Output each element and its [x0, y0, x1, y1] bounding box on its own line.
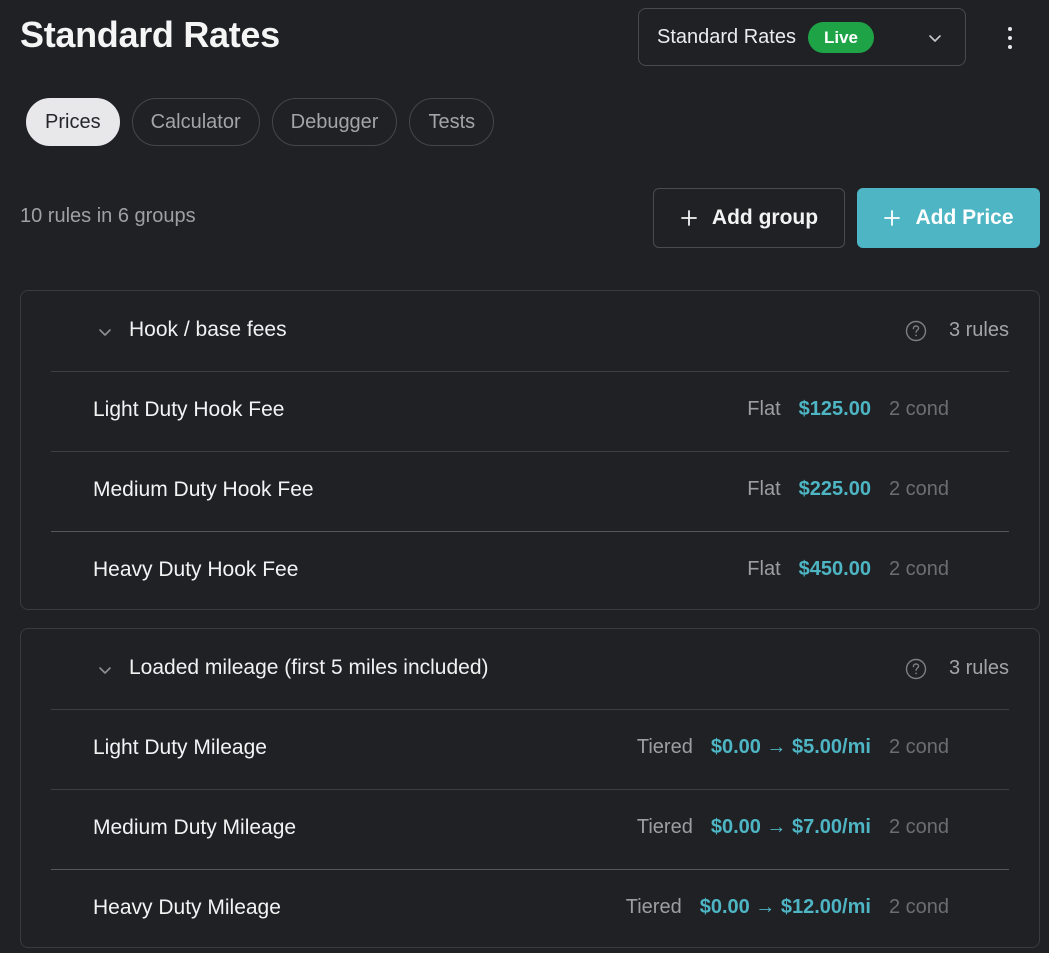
rule-name: Heavy Duty Mileage [93, 896, 281, 919]
group-title: Hook / base fees [129, 318, 287, 341]
rule-type: Flat [747, 558, 781, 580]
rule-price: $125.00 [798, 398, 871, 420]
rule-row[interactable]: Medium Duty Mileage Tiered $0.00 → $7.00… [51, 790, 1009, 870]
rule-conditions: 2 cond [888, 896, 949, 918]
add-group-button[interactable]: Add group [653, 188, 845, 248]
pricing-page: Standard Rates Standard Rates Live Price… [0, 0, 1049, 953]
rule-type: Tiered [625, 896, 682, 918]
version-select[interactable]: Standard Rates Live [638, 8, 966, 66]
chevron-down-icon[interactable] [97, 324, 113, 340]
group-rule-count: 3 rules [948, 319, 1009, 341]
rule-conditions: 2 cond [888, 478, 949, 500]
rule-price: $0.00 → $5.00/mi [710, 736, 871, 758]
rules-summary: 10 rules in 6 groups [20, 205, 196, 227]
rule-conditions: 2 cond [888, 736, 949, 758]
rule-group: Hook / base fees 3 rules Light Duty Hook… [20, 290, 1040, 610]
rule-price: $450.00 [798, 558, 871, 580]
group-header[interactable]: Loaded mileage (first 5 miles included) … [51, 629, 1009, 710]
tab-calculator[interactable]: Calculator [131, 98, 260, 146]
live-status-badge: Live [807, 21, 875, 53]
tab-tests[interactable]: Tests [409, 98, 495, 146]
rule-row[interactable]: Light Duty Mileage Tiered $0.00 → $5.00/… [51, 710, 1009, 790]
rule-row[interactable]: Light Duty Hook Fee Flat $125.00 2 cond [51, 372, 1009, 452]
rule-price: $225.00 [798, 478, 871, 500]
rule-row[interactable]: Heavy Duty Mileage Tiered $0.00 → $12.00… [51, 870, 1009, 949]
group-header[interactable]: Hook / base fees 3 rules [51, 291, 1009, 372]
help-icon[interactable] [905, 658, 927, 680]
rule-conditions: 2 cond [888, 816, 949, 838]
rule-type: Flat [747, 478, 781, 500]
rule-conditions: 2 cond [888, 398, 949, 420]
chevron-down-icon [929, 35, 941, 42]
version-select-label: Standard Rates [657, 25, 796, 48]
rule-name: Medium Duty Hook Fee [93, 478, 314, 501]
rule-price: $0.00 → $12.00/mi [699, 896, 871, 918]
add-price-label: Add Price [915, 206, 1014, 229]
rule-name: Medium Duty Mileage [93, 816, 297, 839]
plus-icon [681, 210, 697, 226]
rule-row[interactable]: Medium Duty Hook Fee Flat $225.00 2 cond [51, 452, 1009, 532]
group-rule-count: 3 rules [948, 657, 1009, 679]
plus-icon [884, 210, 901, 226]
tab-prices[interactable]: Prices [26, 98, 120, 146]
rule-conditions: 2 cond [888, 558, 949, 580]
tab-debugger[interactable]: Debugger [271, 98, 398, 146]
help-icon[interactable] [905, 320, 927, 342]
rule-name: Heavy Duty Hook Fee [93, 558, 299, 581]
rule-price: $0.00 → $7.00/mi [710, 816, 871, 838]
add-price-button[interactable]: Add Price [857, 188, 1040, 248]
rule-type: Tiered [636, 816, 693, 838]
chevron-down-icon[interactable] [97, 662, 113, 678]
group-title: Loaded mileage (first 5 miles included) [129, 656, 489, 679]
more-options-icon[interactable] [996, 22, 1024, 54]
rule-type: Flat [747, 398, 781, 420]
rule-type: Tiered [636, 736, 693, 758]
rule-row[interactable]: Heavy Duty Hook Fee Flat $450.00 2 cond [51, 532, 1009, 611]
page-title: Standard Rates [20, 14, 280, 55]
rule-name: Light Duty Mileage [93, 736, 267, 759]
tab-bar: Prices Calculator Debugger Tests [26, 98, 495, 146]
add-group-label: Add group [711, 206, 819, 229]
rule-name: Light Duty Hook Fee [93, 398, 285, 421]
rule-group: Loaded mileage (first 5 miles included) … [20, 628, 1040, 948]
